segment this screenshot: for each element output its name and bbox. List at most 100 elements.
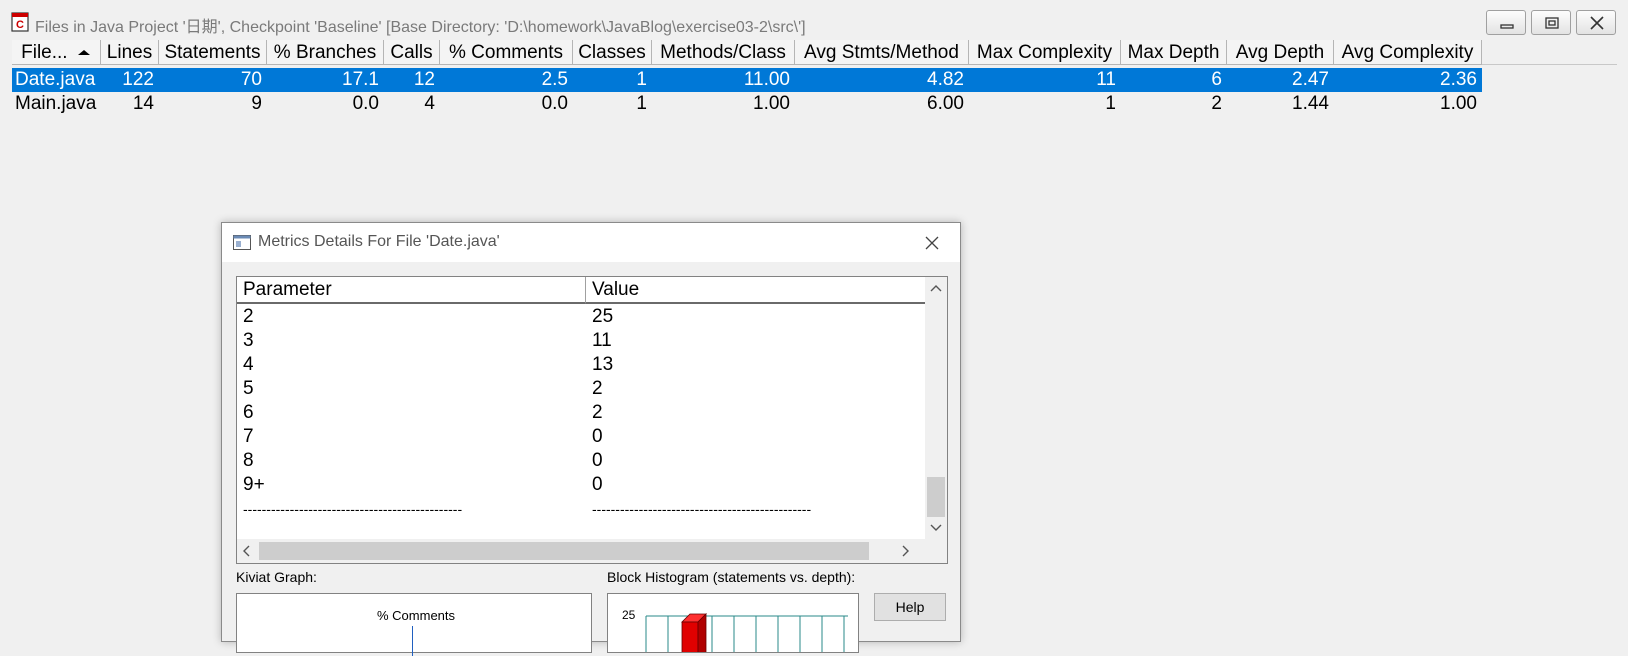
separator-cell: ----------------------------------------… — [243, 501, 463, 517]
scroll-right-icon[interactable] — [895, 539, 915, 563]
sort-ascending-icon — [77, 50, 90, 55]
metrics-details-dialog: Metrics Details For File 'Date.java' Par… — [221, 222, 961, 656]
restore-icon — [1545, 17, 1559, 29]
column-header-branches[interactable]: % Branches — [267, 40, 384, 65]
avg-depth-cell: 1.44 — [1292, 93, 1329, 114]
block-histogram: 25 — [607, 593, 859, 653]
list-item[interactable]: 9+ 0 — [237, 473, 925, 497]
vertical-scroll-thumb[interactable] — [927, 477, 945, 517]
list-item[interactable]: 8 0 — [237, 449, 925, 473]
max-complexity-cell: 11 — [1096, 69, 1116, 90]
max-depth-cell: 6 — [1211, 69, 1222, 90]
dialog-window-icon — [233, 235, 251, 250]
value-cell: 0 — [592, 474, 603, 495]
scroll-left-icon[interactable] — [237, 539, 257, 563]
column-header-max-depth[interactable]: Max Depth — [1121, 40, 1227, 65]
window-title: Files in Java Project '日期', Checkpoint '… — [35, 19, 806, 36]
svg-text:C: C — [16, 19, 24, 31]
parameter-cell: 8 — [243, 450, 254, 471]
block-histogram-label: Block Histogram (statements vs. depth): — [607, 569, 856, 585]
comments-cell: 2.5 — [541, 69, 568, 90]
avg-depth-cell: 2.47 — [1292, 69, 1329, 90]
table-row[interactable]: Main.java 14 9 0.0 4 0.0 1 1.00 6.00 1 2… — [12, 92, 1482, 116]
parameter-cell: 6 — [243, 402, 254, 423]
comments-cell: 0.0 — [541, 93, 568, 114]
list-item[interactable]: 5 2 — [237, 377, 925, 401]
dialog-close-icon[interactable] — [922, 233, 942, 253]
scroll-down-icon[interactable] — [925, 519, 947, 537]
avg-complexity-cell: 1.00 — [1440, 93, 1477, 114]
value-cell: 2 — [592, 378, 603, 399]
list-item[interactable]: 3 11 — [237, 329, 925, 353]
branches-cell: 17.1 — [342, 69, 379, 90]
close-button[interactable] — [1576, 10, 1616, 35]
lines-cell: 14 — [132, 93, 154, 114]
statements-cell: 70 — [240, 69, 262, 90]
column-header-statements[interactable]: Statements — [159, 40, 267, 65]
scroll-corner — [925, 539, 947, 563]
minimize-button[interactable] — [1486, 10, 1526, 35]
table-row[interactable]: Date.java 122 70 17.1 12 2.5 1 11.00 4.8… — [12, 68, 1482, 92]
column-header-value[interactable]: Value — [586, 277, 925, 304]
list-item[interactable]: 4 13 — [237, 353, 925, 377]
value-cell: 13 — [592, 354, 614, 375]
scroll-up-icon[interactable] — [925, 279, 947, 297]
parameter-cell: 3 — [243, 330, 254, 351]
classes-cell: 1 — [636, 69, 647, 90]
column-header-methods-class[interactable]: Methods/Class — [652, 40, 795, 65]
list-item[interactable]: 7 0 — [237, 425, 925, 449]
max-depth-cell: 2 — [1211, 93, 1222, 114]
horizontal-scrollbar[interactable] — [237, 539, 925, 563]
list-item[interactable]: 2 25 — [237, 305, 925, 329]
max-complexity-cell: 1 — [1105, 93, 1116, 114]
histogram-plot — [645, 613, 848, 652]
methods-class-cell: 1.00 — [753, 93, 790, 114]
statements-cell: 9 — [251, 93, 262, 114]
restore-button[interactable] — [1531, 10, 1571, 35]
kiviat-graph-label: Kiviat Graph: — [236, 569, 317, 585]
parameter-cell: 2 — [243, 306, 254, 327]
minimize-icon — [1500, 24, 1514, 29]
column-header-parameter[interactable]: Parameter — [237, 277, 586, 304]
value-cell: 2 — [592, 402, 603, 423]
branches-cell: 0.0 — [352, 93, 379, 114]
column-header-avg-depth[interactable]: Avg Depth — [1227, 40, 1334, 65]
column-header-lines[interactable]: Lines — [101, 40, 159, 65]
lines-cell: 122 — [122, 69, 154, 90]
list-item[interactable]: 6 2 — [237, 401, 925, 425]
kiviat-axis-label: % Comments — [377, 608, 456, 623]
help-button[interactable]: Help — [874, 593, 946, 621]
value-cell: 25 — [592, 306, 614, 327]
classes-cell: 1 — [636, 93, 647, 114]
column-header-calls[interactable]: Calls — [384, 40, 440, 65]
calls-cell: 4 — [424, 93, 435, 114]
kiviat-graph: % Comments — [236, 593, 592, 656]
methods-class-cell: 11.00 — [743, 69, 790, 90]
list-item-separator: ----------------------------------------… — [237, 497, 925, 521]
horizontal-scroll-thumb[interactable] — [259, 542, 869, 560]
calls-cell: 12 — [413, 69, 435, 90]
value-cell: 0 — [592, 426, 603, 447]
metrics-list: Parameter Value 2 25 3 11 4 13 5 2 6 2 7… — [236, 276, 948, 564]
app-icon: C — [11, 12, 29, 32]
separator-cell: ----------------------------------------… — [592, 501, 812, 517]
vertical-scrollbar[interactable] — [925, 277, 947, 539]
column-header-max-complexity[interactable]: Max Complexity — [969, 40, 1121, 65]
column-header-classes[interactable]: Classes — [573, 40, 652, 65]
header-filler — [1482, 40, 1617, 65]
file-name-cell: Main.java — [15, 93, 97, 114]
avg-stmts-method-cell: 4.82 — [927, 69, 964, 90]
parameter-cell: 9+ — [243, 474, 265, 495]
column-header-file[interactable]: File... — [12, 40, 101, 65]
column-header-avg-complexity[interactable]: Avg Complexity — [1334, 40, 1482, 65]
column-header-comments[interactable]: % Comments — [440, 40, 573, 65]
column-header-avg-stmts-method[interactable]: Avg Stmts/Method — [795, 40, 969, 65]
value-cell: 0 — [592, 450, 603, 471]
title-bar: C Files in Java Project '日期', Checkpoint… — [0, 0, 1628, 44]
parameter-cell: 5 — [243, 378, 254, 399]
dialog-title: Metrics Details For File 'Date.java' — [258, 233, 500, 250]
parameter-cell: 4 — [243, 354, 254, 375]
kiviat-axis-line — [412, 626, 413, 656]
avg-complexity-cell: 2.36 — [1440, 69, 1477, 90]
parameter-cell: 7 — [243, 426, 254, 447]
